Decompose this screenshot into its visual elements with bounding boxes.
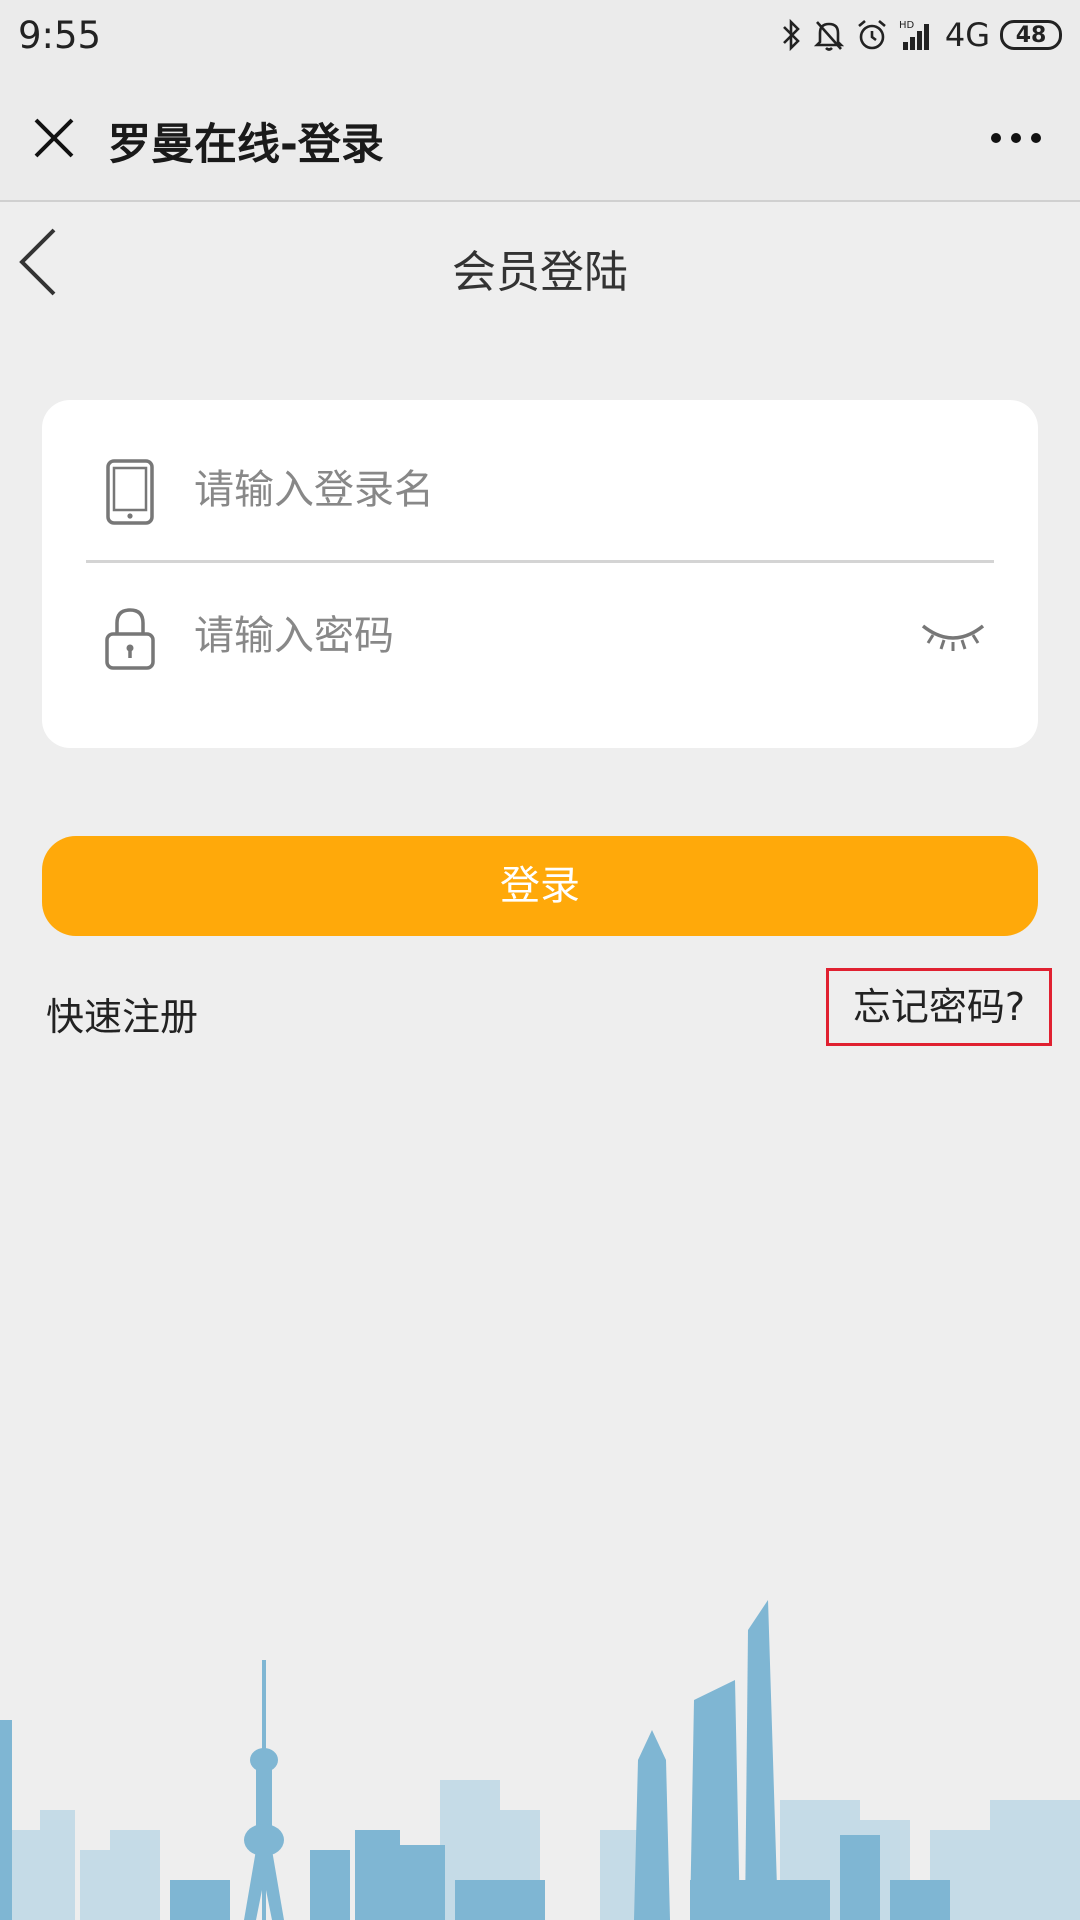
login-button[interactable]: 登录 [42, 836, 1038, 936]
svg-text:HD: HD [899, 20, 915, 31]
eye-closed-icon[interactable] [920, 618, 986, 654]
battery-level: 48 [1015, 22, 1047, 48]
battery-indicator: 48 [1000, 20, 1062, 50]
username-input[interactable] [194, 450, 874, 530]
page-header: 会员登陆 [0, 202, 1080, 322]
status-time: 9:55 [18, 14, 102, 57]
more-icon[interactable] [988, 126, 1044, 150]
close-icon[interactable] [32, 116, 76, 160]
nav-title: 罗曼在线-登录 [108, 120, 384, 170]
network-label: 4G [944, 16, 990, 54]
page-title: 会员登陆 [452, 247, 628, 298]
password-field [86, 566, 994, 706]
signal-icon: HD [899, 20, 929, 50]
password-input[interactable] [194, 596, 874, 676]
nav-bar: 罗曼在线-登录 [0, 74, 1080, 202]
city-skyline-illustration [0, 1600, 1080, 1920]
register-link[interactable]: 快速注册 [46, 986, 198, 1041]
forgot-password-link[interactable]: 忘记密码? [826, 968, 1052, 1046]
bluetooth-icon [782, 18, 800, 52]
login-form-card [42, 400, 1038, 748]
username-field [86, 420, 994, 563]
status-icons: HD 4G 48 [781, 16, 1062, 54]
mute-bell-icon [813, 21, 844, 51]
alarm-icon [858, 20, 886, 50]
phone-icon [106, 459, 154, 525]
status-bar: 9:55 HD 4G 48 [0, 0, 1080, 74]
lock-icon [105, 608, 155, 670]
